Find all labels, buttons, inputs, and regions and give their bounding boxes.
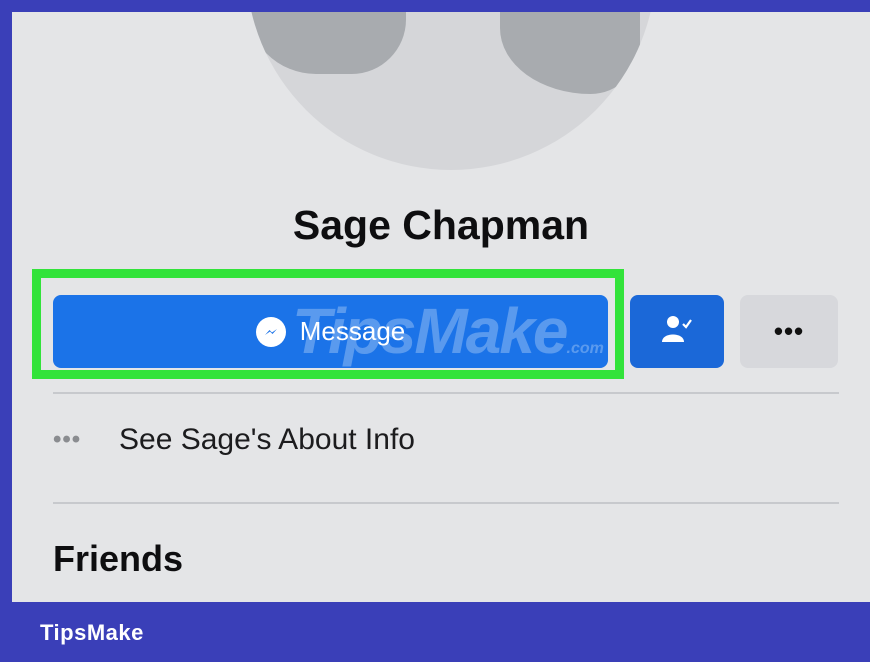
watermark-banner: TipsMake xyxy=(0,602,870,662)
about-info-link[interactable]: ••• See Sage's About Info xyxy=(53,420,415,460)
more-options-button[interactable]: ••• xyxy=(740,295,838,368)
banner-text: TipsMake xyxy=(40,620,144,645)
phone-screen: Sage Chapman Message TipsMake.com ••• ••… xyxy=(12,12,870,602)
about-info-label: See Sage's About Info xyxy=(119,423,415,456)
friends-status-button[interactable] xyxy=(630,295,724,368)
divider xyxy=(53,392,839,394)
friend-check-icon xyxy=(660,314,694,349)
friends-section-title: Friends xyxy=(53,538,184,579)
profile-name: Sage Chapman xyxy=(292,202,590,248)
frame: Sage Chapman Message TipsMake.com ••• ••… xyxy=(0,0,870,662)
message-button-label: Message xyxy=(299,316,406,346)
avatar-silhouette-right xyxy=(500,12,640,94)
profile-picture[interactable] xyxy=(246,12,656,170)
message-button[interactable]: Message xyxy=(53,295,608,368)
divider xyxy=(53,502,839,504)
more-dots-icon: ••• xyxy=(53,426,82,453)
messenger-icon xyxy=(255,316,286,347)
avatar-silhouette-left xyxy=(246,12,406,74)
